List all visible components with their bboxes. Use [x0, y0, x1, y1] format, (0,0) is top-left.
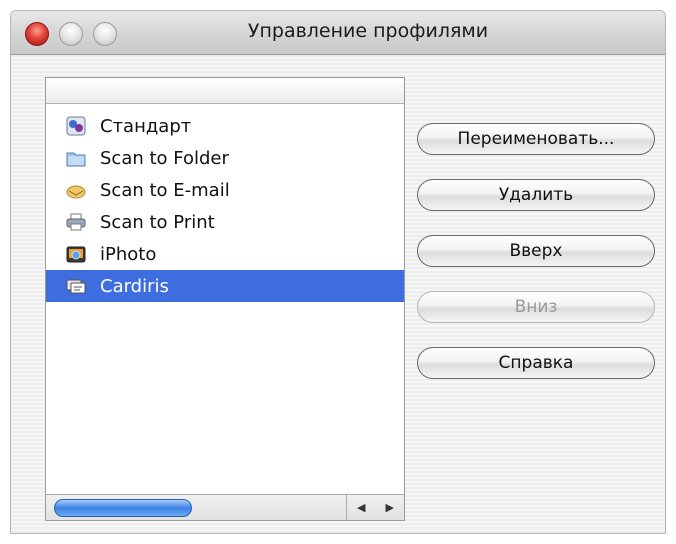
list-item-scan-to-print[interactable]: Scan to Print [46, 206, 404, 238]
list-item-scan-to-folder[interactable]: Scan to Folder [46, 142, 404, 174]
list-item-standard[interactable]: Стандарт [46, 110, 404, 142]
profile-manager-window: Управление профилями Стандарт Scan to Fo… [10, 10, 666, 534]
list-item-scan-to-email[interactable]: Scan to E-mail [46, 174, 404, 206]
list-item-iphoto[interactable]: iPhoto [46, 238, 404, 270]
scroll-left-icon[interactable]: ◀ [357, 501, 365, 514]
list-item-label: iPhoto [100, 243, 157, 265]
delete-button[interactable]: Удалить [417, 179, 655, 211]
rename-button[interactable]: Переименовать... [417, 123, 655, 155]
standard-profile-icon [66, 116, 86, 136]
printer-profile-icon [66, 213, 86, 231]
cardiris-icon [66, 279, 86, 294]
folder-profile-icon [66, 152, 86, 167]
list-item-label: Scan to Folder [100, 147, 229, 169]
horizontal-scrollbar[interactable]: ◀ ▶ [46, 494, 404, 520]
move-up-button[interactable]: Вверх [417, 235, 655, 267]
email-profile-icon [66, 185, 86, 199]
list-item-label: Scan to Print [100, 211, 215, 233]
window-title: Управление профилями [247, 20, 489, 42]
scrollbar-thumb[interactable] [54, 499, 192, 517]
list-header [46, 78, 404, 104]
list-item-label: Стандарт [100, 115, 192, 137]
iphoto-icon [66, 246, 86, 263]
title-bar[interactable]: Управление профилями [11, 11, 665, 55]
list-item-label: Scan to E-mail [100, 179, 230, 201]
scroll-right-icon[interactable]: ▶ [386, 501, 394, 514]
move-down-button[interactable]: Вниз [417, 291, 655, 323]
scroll-arrows: ◀ ▶ [346, 495, 404, 520]
profile-list[interactable]: Стандарт Scan to Folder Scan to E-mail S… [45, 77, 405, 521]
list-item-cardiris[interactable]: Cardiris [46, 270, 404, 302]
help-button[interactable]: Справка [417, 347, 655, 379]
profile-rows: Стандарт Scan to Folder Scan to E-mail S… [46, 110, 404, 302]
list-item-label: Cardiris [100, 275, 169, 297]
